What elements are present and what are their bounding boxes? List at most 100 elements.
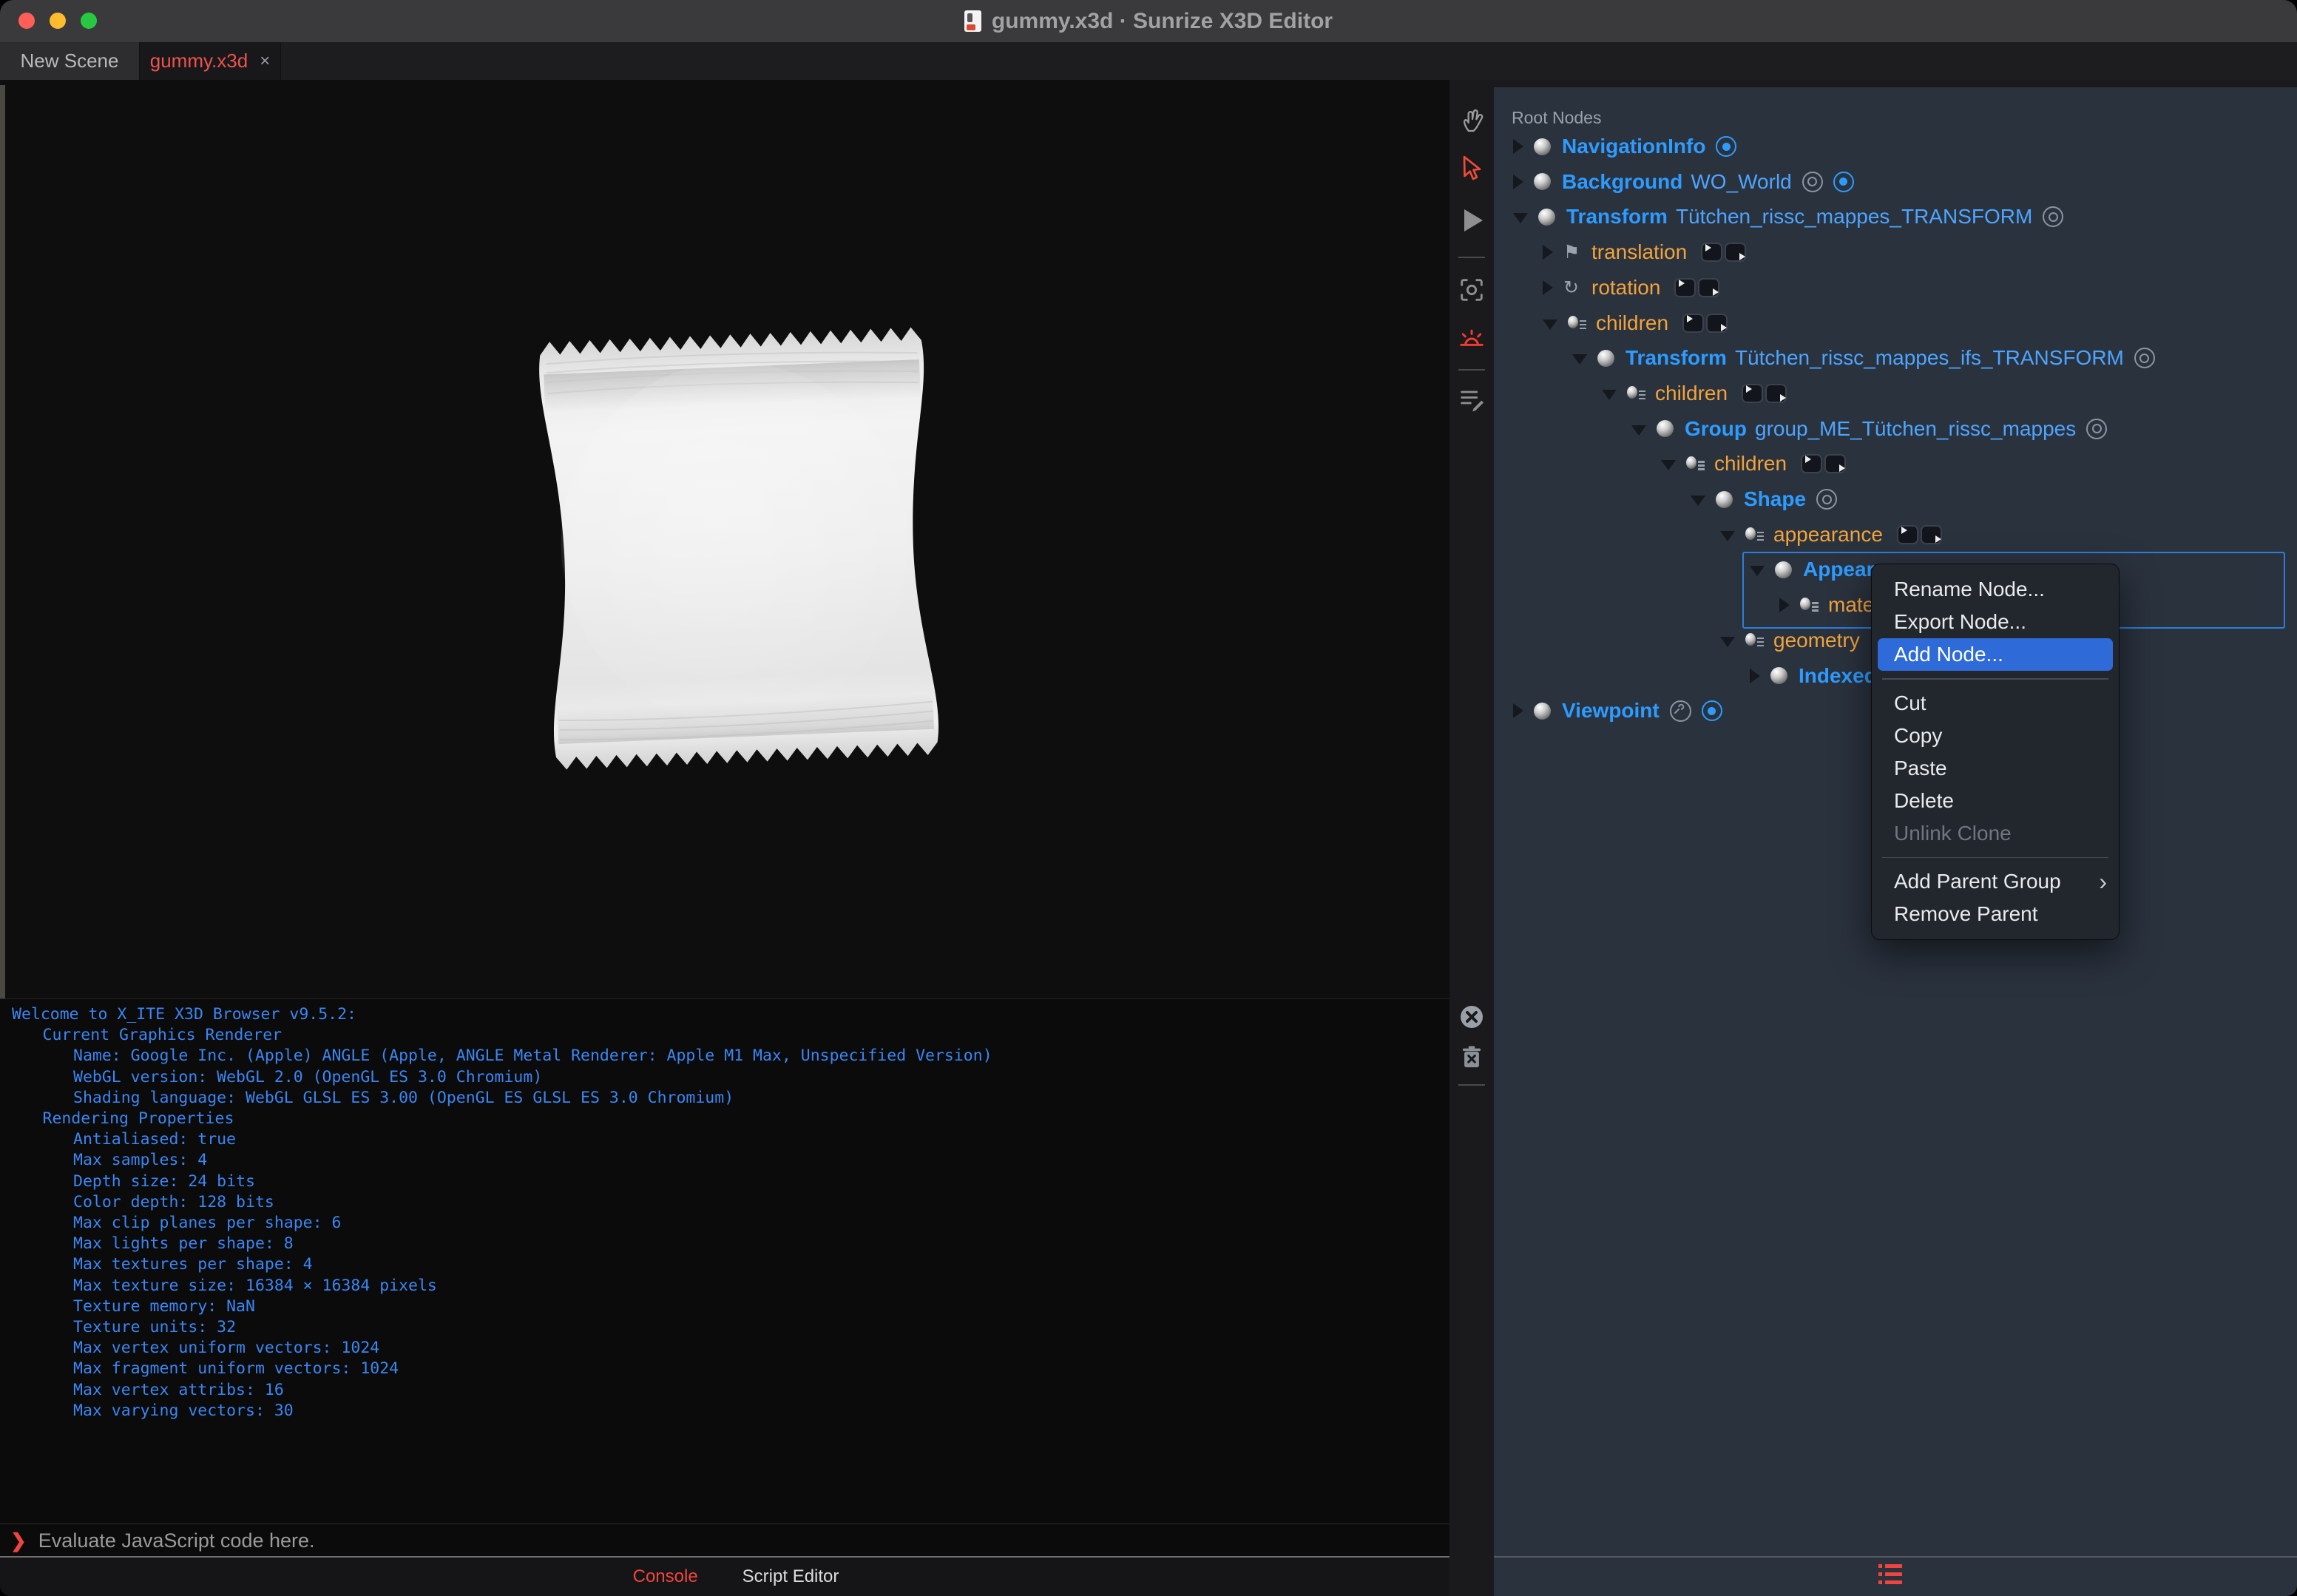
tab-script-editor[interactable]: Script Editor — [742, 1566, 839, 1587]
select-arrow-icon[interactable] — [1454, 151, 1489, 186]
expander-open-icon[interactable] — [1720, 530, 1735, 541]
route-in-icon[interactable] — [1801, 454, 1823, 474]
tree-row-node[interactable]: Shape — [1691, 481, 1838, 517]
node-type-label: Transform — [1626, 346, 1727, 370]
edit-script-icon[interactable] — [1454, 382, 1489, 417]
node-type-label: Shape — [1744, 487, 1807, 510]
tree-row-node[interactable]: NavigationInfo — [1513, 129, 1737, 164]
route-connectors[interactable] — [1895, 524, 1942, 544]
console-input-row[interactable]: ❯ Evaluate JavaScript code here. — [0, 1524, 1449, 1557]
node-sphere-icon — [1770, 667, 1787, 684]
visibility-icon[interactable] — [2086, 418, 2108, 439]
field-name-label: translation — [1591, 240, 1688, 264]
route-in-icon[interactable] — [1742, 383, 1764, 403]
outline-list-icon[interactable] — [1878, 1563, 1902, 1586]
tree-row-field[interactable]: appearance — [1720, 517, 1942, 552]
pan-hand-icon[interactable] — [1454, 102, 1489, 138]
route-connectors[interactable] — [1672, 277, 1720, 297]
sunlight-icon[interactable] — [1454, 321, 1489, 356]
tree-row-field[interactable]: children — [1543, 305, 1728, 341]
tab-console[interactable]: Console — [633, 1566, 698, 1587]
route-out-icon[interactable] — [1725, 243, 1747, 263]
menu-item-add-parent-group[interactable]: Add Parent Group › — [1872, 865, 2119, 898]
expander-open-icon[interactable] — [1543, 319, 1557, 330]
expander-open-icon[interactable] — [1661, 460, 1676, 471]
node-sphere-icon — [1534, 702, 1551, 720]
visibility-icon[interactable] — [1816, 489, 1838, 510]
menu-separator — [1882, 678, 2108, 680]
expander-open-icon[interactable] — [1631, 425, 1646, 436]
field-name-label: children — [1714, 452, 1787, 476]
expander-open-icon[interactable] — [1691, 496, 1705, 506]
menu-item-rename-node[interactable]: Rename Node... — [1872, 573, 2119, 606]
node-type-label: Group — [1685, 416, 1747, 440]
route-in-icon[interactable] — [1682, 313, 1705, 333]
menu-item-copy[interactable]: Copy — [1872, 720, 2119, 752]
expander-closed-icon[interactable] — [1543, 280, 1553, 295]
toolbar-divider — [1458, 369, 1485, 371]
route-out-icon[interactable] — [1920, 524, 1942, 544]
console-line: WebGL version: WebGL 2.0 (OpenGL ES 3.0 … — [73, 1067, 543, 1086]
menu-item-unlink-clone: Unlink Clone — [1894, 821, 2012, 845]
viewport-3d[interactable] — [0, 80, 1449, 998]
wrench-icon[interactable] — [1669, 700, 1691, 722]
nodes-icon — [1686, 454, 1705, 473]
route-out-icon[interactable] — [1824, 454, 1847, 474]
route-in-icon[interactable] — [1896, 524, 1918, 544]
console-line: Texture units: 32 — [73, 1318, 237, 1336]
tree-row-node[interactable]: Viewpoint — [1513, 693, 1722, 728]
menu-item-cut[interactable]: Cut — [1872, 687, 2119, 720]
close-tab-icon[interactable]: × — [260, 51, 270, 72]
menu-item-paste[interactable]: Paste — [1872, 752, 2119, 785]
expander-open-icon[interactable] — [1513, 213, 1528, 224]
editor-window: gummy.x3d · Sunrize X3D Editor New Scene… — [0, 0, 2297, 1596]
route-connectors[interactable] — [1680, 313, 1728, 333]
menu-item-remove-parent[interactable]: Remove Parent — [1872, 898, 2119, 930]
bind-target-icon[interactable] — [1716, 136, 1737, 157]
node-type-label: Background — [1562, 169, 1683, 193]
console-line: Color depth: 128 bits — [73, 1192, 274, 1211]
visibility-icon[interactable] — [1802, 171, 1823, 192]
tab-new-scene[interactable]: New Scene — [0, 42, 139, 80]
console-line: Max textures per shape: 4 — [73, 1255, 313, 1274]
expander-closed-icon[interactable] — [1513, 139, 1523, 154]
tree-row-field[interactable]: children — [1661, 446, 1847, 481]
tree-row-node[interactable]: Group group_ME_Tütchen_rissc_mappes — [1631, 411, 2108, 447]
route-connectors[interactable] — [1799, 454, 1847, 474]
tree-row-field[interactable]: ↻ rotation — [1543, 270, 1720, 305]
route-out-icon[interactable] — [1765, 383, 1787, 403]
tree-row-node[interactable]: Transform Tütchen_rissc_mappes_TRANSFORM — [1513, 199, 2064, 234]
tree-row-field[interactable]: children — [1602, 376, 1787, 411]
tab-gummy-x3d[interactable]: gummy.x3d × — [139, 42, 281, 80]
route-out-icon[interactable] — [1706, 313, 1728, 333]
visibility-icon[interactable] — [2134, 348, 2155, 369]
clear-console-icon[interactable] — [1454, 999, 1489, 1035]
menu-item-export-node[interactable]: Export Node... — [1872, 606, 2119, 638]
expander-open-icon[interactable] — [1572, 354, 1587, 365]
bind-target-icon[interactable] — [1701, 700, 1722, 722]
trash-console-icon[interactable] — [1454, 1039, 1489, 1075]
frame-camera-icon[interactable] — [1454, 272, 1489, 308]
route-in-icon[interactable] — [1674, 277, 1696, 297]
menu-item-delete[interactable]: Delete — [1872, 785, 2119, 817]
expander-closed-icon[interactable] — [1513, 703, 1523, 719]
menu-item-add-node[interactable]: Add Node... — [1878, 638, 2113, 671]
visibility-icon[interactable] — [2043, 206, 2064, 228]
tree-row-node[interactable]: Background WO_World — [1513, 164, 1854, 200]
route-connectors[interactable] — [1699, 243, 1747, 263]
expander-open-icon[interactable] — [1720, 636, 1735, 647]
expander-closed-icon[interactable] — [1513, 174, 1523, 189]
expander-closed-icon[interactable] — [1750, 668, 1760, 683]
expander-open-icon[interactable] — [1602, 389, 1617, 400]
tree-header: Root Nodes — [1512, 108, 1602, 127]
route-connectors[interactable] — [1739, 383, 1787, 403]
route-out-icon[interactable] — [1698, 277, 1720, 297]
play-icon[interactable] — [1454, 203, 1489, 238]
expander-closed-icon[interactable] — [1543, 245, 1553, 260]
bind-target-icon[interactable] — [1833, 171, 1854, 192]
tree-row-field[interactable]: ⚑ translation — [1543, 234, 1747, 270]
tree-row-node[interactable]: Transform Tütchen_rissc_mappes_ifs_TRANSF… — [1572, 340, 2155, 376]
node-type-label: Viewpoint — [1562, 699, 1660, 723]
console-line: Max fragment uniform vectors: 1024 — [73, 1359, 399, 1379]
route-in-icon[interactable] — [1701, 243, 1723, 263]
